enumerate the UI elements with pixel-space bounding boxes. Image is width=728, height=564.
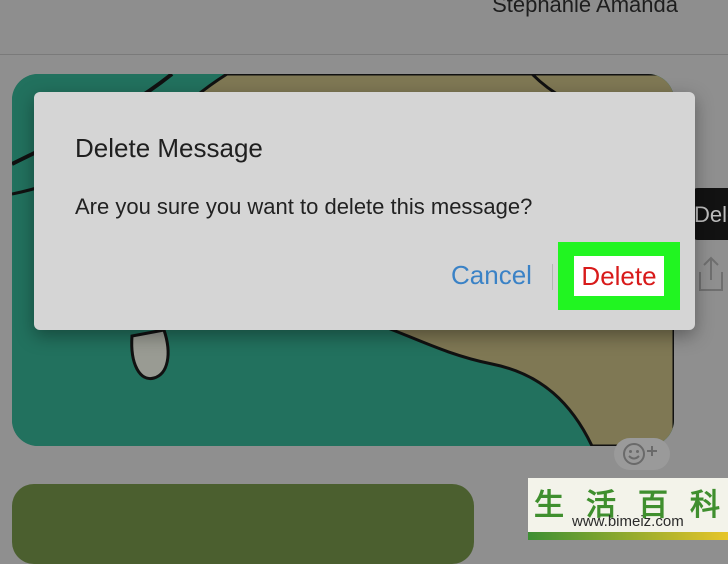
dialog-message: Are you sure you want to delete this mes… <box>75 194 533 219</box>
dialog-title: Delete Message <box>75 133 263 163</box>
share-icon[interactable] <box>696 254 726 294</box>
watermark-bar <box>528 532 728 540</box>
contact-name[interactable]: Stephanie Amanda <box>492 0 678 18</box>
button-divider <box>552 264 553 290</box>
cancel-button[interactable]: Cancel <box>451 260 532 291</box>
delete-message-dialog: Delete Message Are you sure you want to … <box>34 92 695 330</box>
emoji-reaction-icon <box>623 443 657 465</box>
chat-header: Stephanie Amanda <box>0 0 728 55</box>
side-delete-action[interactable]: Delete <box>690 188 728 240</box>
message-bubble[interactable] <box>12 484 474 564</box>
delete-button[interactable]: Delete <box>574 256 664 296</box>
emoji-reaction-button[interactable] <box>614 438 670 470</box>
watermark: 生活百科 www.bimeiz.com <box>528 478 728 540</box>
side-delete-label: Delete <box>694 202 728 227</box>
watermark-url: www.bimeiz.com <box>572 513 684 530</box>
